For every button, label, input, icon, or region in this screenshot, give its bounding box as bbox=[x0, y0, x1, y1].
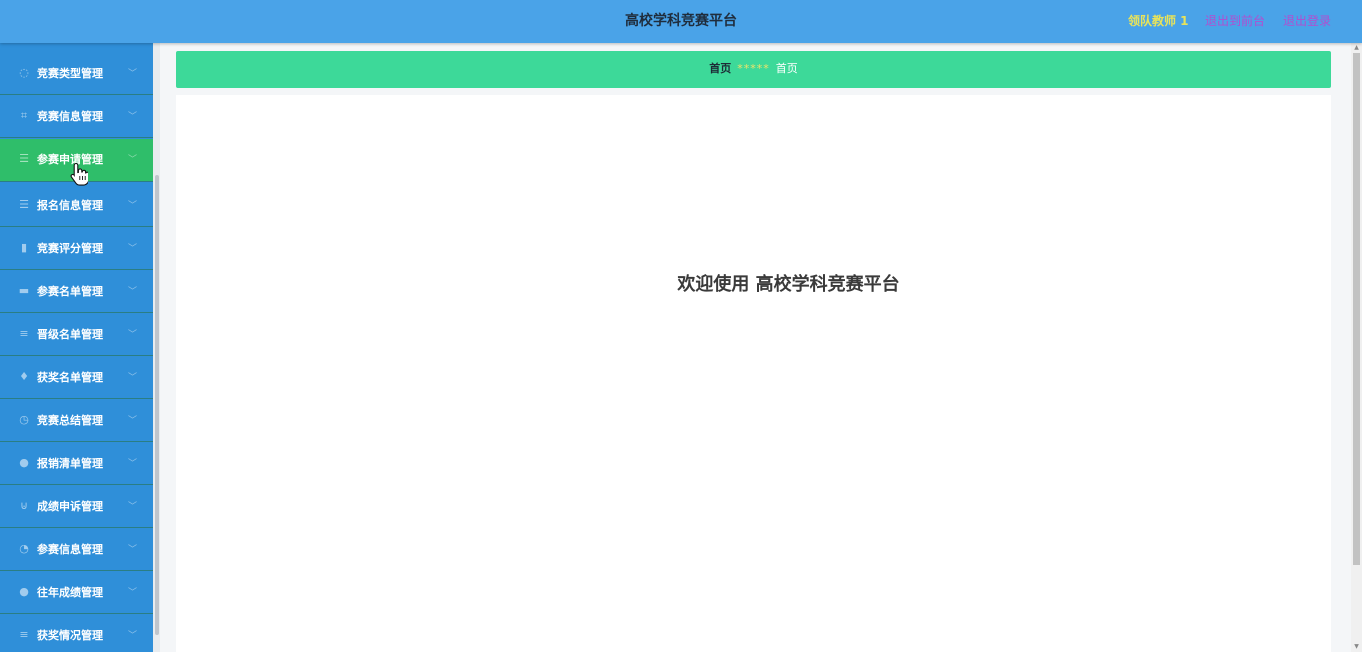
menu-icon: ≡ bbox=[19, 327, 29, 340]
menu-icon: ≡ bbox=[19, 628, 29, 641]
crop-icon: ⌗ bbox=[20, 109, 28, 122]
sidebar-item[interactable]: ◷ 竞赛总结管理 ﹀ bbox=[0, 400, 153, 442]
sidebar-item-label: 竞赛类型管理 bbox=[37, 67, 103, 80]
sidebar-item-label: 成绩申诉管理 bbox=[37, 500, 103, 513]
sidebar-item-label: 竞赛评分管理 bbox=[37, 242, 103, 255]
chevron-down-icon: ﹀ bbox=[128, 631, 138, 641]
page-scrollbar-thumb[interactable] bbox=[1353, 53, 1360, 565]
sidebar-item-label: 往年成绩管理 bbox=[37, 586, 103, 599]
hand-cursor-icon bbox=[70, 162, 88, 186]
top-bar: 高校学科竞赛平台 领队教师 1 退出到前台 退出登录 bbox=[0, 0, 1362, 43]
sidebar-item-label: 报销清单管理 bbox=[37, 457, 103, 470]
sidebar-item[interactable]: ☰ 报名信息管理 ﹀ bbox=[0, 185, 153, 227]
sidebar-item[interactable]: ▬ 参赛名单管理 ﹀ bbox=[0, 271, 153, 313]
sidebar-item-label: 报名信息管理 bbox=[37, 199, 103, 212]
chevron-down-icon: ﹀ bbox=[128, 201, 138, 211]
sidebar-item[interactable]: ≡ 晋级名单管理 ﹀ bbox=[0, 314, 153, 356]
scroll-up-arrow-icon[interactable]: ▲ bbox=[1351, 43, 1362, 53]
clock-icon: ◌ bbox=[19, 66, 29, 79]
microphone-icon: ⊍ bbox=[19, 499, 29, 512]
trophy-icon: ♦ bbox=[19, 370, 29, 383]
sidebar-item-label: 获奖名单管理 bbox=[37, 371, 103, 384]
main-content: 欢迎使用 高校学科竞赛平台 bbox=[176, 95, 1331, 652]
sidebar-item[interactable]: ⌗ 竞赛信息管理 ﹀ bbox=[0, 96, 153, 138]
chevron-down-icon: ﹀ bbox=[128, 330, 138, 340]
bar-chart-icon: ▮ bbox=[20, 241, 28, 254]
chevron-down-icon: ﹀ bbox=[128, 155, 138, 165]
breadcrumb-current: 首页 bbox=[775, 62, 798, 75]
sidebar-menu: ◌ 竞赛类型管理 ﹀ ⌗ 竞赛信息管理 ﹀ ☰ 参赛申请管理 ﹀ ☰ 报名信息管理 ﹀ ▮ 竞赛评分管理 ﹀… bbox=[0, 43, 153, 652]
chevron-down-icon: ﹀ bbox=[128, 373, 138, 383]
sidebar-item-label: 竞赛总结管理 bbox=[37, 414, 103, 427]
sidebar-item-label: 晋级名单管理 bbox=[37, 328, 103, 341]
sidebar-item[interactable]: ≡ 获奖情况管理 ﹀ bbox=[0, 615, 153, 652]
welcome-message: 欢迎使用 高校学科竞赛平台 bbox=[677, 274, 900, 295]
sidebar-item[interactable]: ♦ 获奖名单管理 ﹀ bbox=[0, 357, 153, 399]
current-user: 领队教师 1 bbox=[1128, 14, 1189, 28]
chevron-down-icon: ﹀ bbox=[128, 588, 138, 598]
front-page-link[interactable]: 退出到前台 bbox=[1205, 0, 1265, 42]
list-icon: ☰ bbox=[19, 198, 29, 211]
page-scrollbar[interactable]: ▲ ▼ bbox=[1351, 43, 1362, 652]
chevron-down-icon: ﹀ bbox=[128, 69, 138, 79]
scroll-down-arrow-icon[interactable]: ▼ bbox=[1351, 642, 1362, 652]
chevron-down-icon: ﹀ bbox=[128, 545, 138, 555]
sidebar-item[interactable]: ◌ 竞赛类型管理 ﹀ bbox=[0, 53, 153, 95]
user-icon: ● bbox=[19, 585, 29, 598]
breadcrumb-separator: ***** bbox=[737, 62, 770, 75]
breadcrumb: 首页 ***** 首页 bbox=[176, 51, 1331, 88]
sidebar-item-label: 竞赛信息管理 bbox=[37, 110, 103, 123]
chevron-down-icon: ﹀ bbox=[128, 459, 138, 469]
sidebar-item-label: 获奖情况管理 bbox=[37, 629, 103, 642]
folder-icon: ▬ bbox=[18, 284, 30, 297]
logout-link[interactable]: 退出登录 bbox=[1283, 0, 1331, 42]
location-icon: ● bbox=[19, 456, 29, 469]
sidebar-item[interactable]: ◔ 参赛信息管理 ﹀ bbox=[0, 529, 153, 571]
sidebar-item-label: 参赛信息管理 bbox=[37, 543, 103, 556]
sidebar-item[interactable]: ▮ 竞赛评分管理 ﹀ bbox=[0, 228, 153, 270]
sidebar-item[interactable]: ● 往年成绩管理 ﹀ bbox=[0, 572, 153, 614]
chevron-down-icon: ﹀ bbox=[128, 112, 138, 122]
breadcrumb-home[interactable]: 首页 bbox=[709, 62, 731, 75]
chevron-down-icon: ﹀ bbox=[128, 244, 138, 254]
sidebar-item-label: 参赛名单管理 bbox=[37, 285, 103, 298]
sidebar-item[interactable]: ⊍ 成绩申诉管理 ﹀ bbox=[0, 486, 153, 528]
clock-icon: ◷ bbox=[19, 413, 29, 426]
chevron-down-icon: ﹀ bbox=[128, 416, 138, 426]
list-icon: ☰ bbox=[19, 152, 29, 165]
bell-icon: ◔ bbox=[19, 542, 29, 555]
chevron-down-icon: ﹀ bbox=[128, 502, 138, 512]
sidebar-item[interactable]: ● 报销清单管理 ﹀ bbox=[0, 443, 153, 485]
chevron-down-icon: ﹀ bbox=[128, 287, 138, 297]
sidebar-scrollbar[interactable] bbox=[153, 43, 160, 652]
sidebar-scrollbar-thumb[interactable] bbox=[155, 175, 159, 635]
